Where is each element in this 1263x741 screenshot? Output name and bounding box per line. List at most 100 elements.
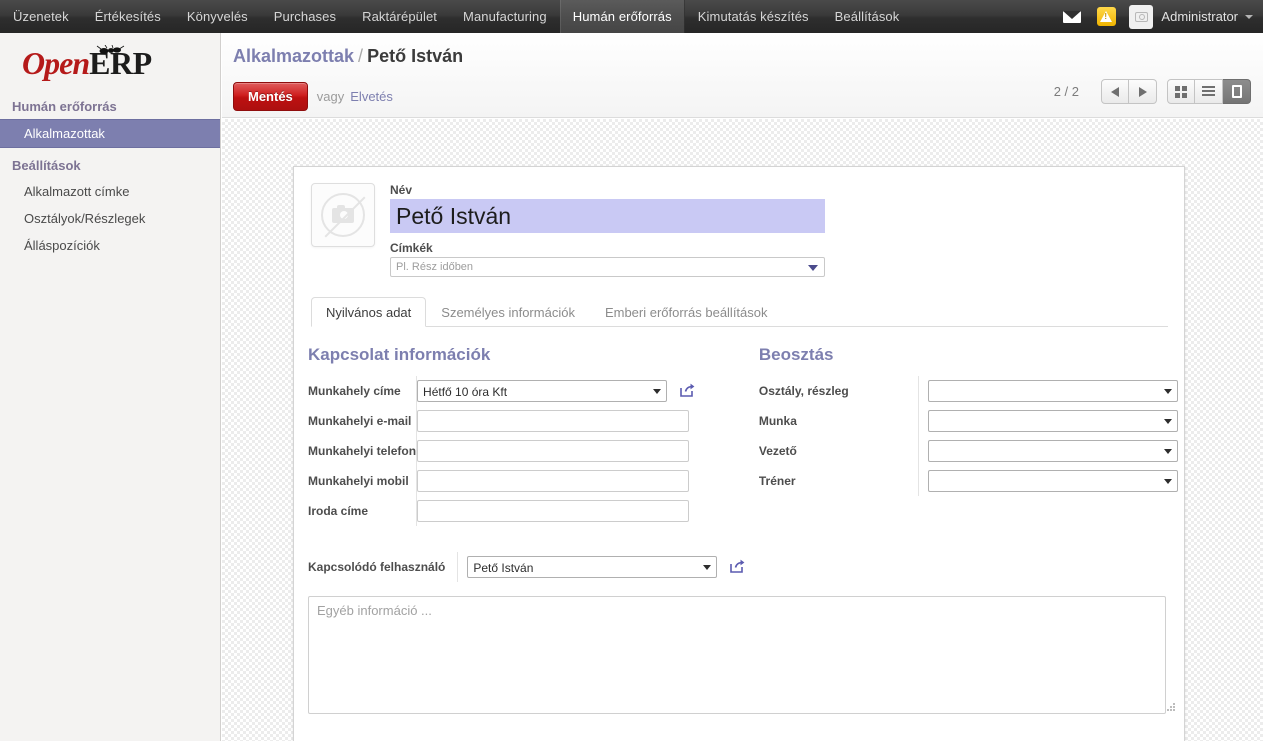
kapcsolodo-felhasznalo-select-wrap[interactable]: Pető István	[467, 556, 718, 578]
sidebar-item-alkalmazott-cimke[interactable]: Alkalmazott címke	[0, 178, 220, 205]
menu-item-kimutatas-keszites[interactable]: Kimutatás készítés	[685, 0, 822, 33]
munkahelyi-telefon-input[interactable]	[417, 440, 690, 462]
form-sheet: Név Címkék Nyilvános adat Személyes info…	[293, 166, 1185, 741]
field-row-munka: Munka	[759, 406, 1179, 436]
pager-and-views: 2 / 2	[1054, 79, 1251, 104]
user-menu[interactable]: Administrator	[1123, 4, 1253, 29]
vezeto-select-wrap[interactable]	[928, 440, 1179, 462]
topbar-right-group: Administrator	[1055, 0, 1263, 33]
field-trener	[918, 466, 1179, 496]
munkahely-cime-select[interactable]: Hétfő 10 óra Kft	[417, 380, 668, 402]
field-munkahelyi-mobil	[416, 466, 695, 496]
munka-select[interactable]	[928, 410, 1179, 432]
notes-textarea[interactable]	[308, 596, 1166, 714]
menu-item-raktarepulet[interactable]: Raktárépület	[349, 0, 450, 33]
name-and-tags-block: Név Címkék	[390, 183, 825, 277]
next-record-button[interactable]	[1129, 79, 1157, 104]
header-zone: Alkalmazottak / Pető István Mentés vagy El…	[222, 33, 1263, 118]
field-munkahelyi-email	[416, 406, 695, 436]
open-user-external-link-icon[interactable]	[730, 559, 745, 576]
previous-record-button[interactable]	[1101, 79, 1129, 104]
menu-item-manufacturing[interactable]: Manufacturing	[450, 0, 560, 33]
label-munkahelyi-telefon: Munkahelyi telefon	[308, 444, 417, 458]
trener-select-wrap[interactable]	[928, 470, 1179, 492]
menu-item-human-eroforras[interactable]: Humán erőforrás	[559, 0, 685, 33]
name-input[interactable]	[390, 199, 825, 233]
field-row-osztaly-reszleg: Osztály, részleg	[759, 376, 1179, 406]
munkahelyi-email-input[interactable]	[417, 410, 690, 432]
arrow-left-icon	[1111, 86, 1119, 97]
kapcsolodo-felhasznalo-select[interactable]: Pető István	[467, 556, 718, 578]
label-munka: Munka	[758, 414, 797, 428]
no-camera-placeholder-icon[interactable]	[311, 183, 375, 247]
envelope-icon[interactable]	[1055, 0, 1089, 33]
munkahely-cime-select-wrap[interactable]: Hétfő 10 óra Kft	[417, 380, 668, 402]
top-menu-bar: Üzenetek Értékesítés Könyvelés Purchases…	[0, 0, 1263, 33]
warning-triangle-icon[interactable]	[1089, 0, 1123, 33]
osztaly-reszleg-select-wrap[interactable]	[928, 380, 1179, 402]
menu-item-ertekesites[interactable]: Értékesítés	[82, 0, 174, 33]
field-osztaly-reszleg	[918, 376, 1179, 406]
tags-field[interactable]	[390, 257, 825, 277]
field-vezeto	[918, 436, 1179, 466]
sidebar-item-osztalyok-reszlegek[interactable]: Osztályok/Részlegek	[0, 205, 220, 232]
munka-select-wrap[interactable]	[928, 410, 1179, 432]
form-groups: Kapcsolat információk Munkahely címe Hét…	[294, 327, 1184, 526]
resize-grip-icon[interactable]	[1166, 702, 1175, 711]
pager-buttons	[1101, 79, 1157, 104]
chevron-down-icon[interactable]	[808, 265, 818, 271]
open-record-external-link-icon[interactable]	[679, 383, 695, 400]
field-row-iroda-cime: Iroda címe	[308, 496, 695, 526]
view-kanban-button[interactable]	[1167, 79, 1195, 104]
menu-item-beallitasok[interactable]: Beállítások	[822, 0, 913, 33]
tags-input[interactable]	[391, 258, 824, 276]
discard-button[interactable]: Elvetés	[350, 89, 393, 104]
menu-item-purchases[interactable]: Purchases	[261, 0, 349, 33]
tags-label: Címkék	[390, 241, 433, 255]
field-munka	[918, 406, 1179, 436]
openerp-logo[interactable]: OpenERP	[0, 33, 220, 89]
field-iroda-cime	[416, 496, 695, 526]
field-kapcsolodo-felhasznalo: Pető István	[457, 552, 745, 582]
menu-item-konyveles[interactable]: Könyvelés	[174, 0, 261, 33]
label-munkahely-cime: Munkahely címe	[308, 384, 401, 398]
tab-emberi-eroforras-beallitasok[interactable]: Emberi erőforrás beállítások	[590, 297, 783, 327]
left-field-table: Munkahely címe Hétfő 10 óra Kft Munkahel…	[308, 376, 695, 526]
breadcrumb-separator: /	[358, 46, 364, 66]
content-background: Név Címkék Nyilvános adat Személyes info…	[222, 119, 1263, 741]
save-button[interactable]: Mentés	[233, 82, 308, 111]
sidebar-item-allaspoziciok[interactable]: Álláspozíciók	[0, 232, 220, 259]
vezeto-select[interactable]	[928, 440, 1179, 462]
or-label: vagy	[316, 89, 345, 104]
form-toolbar: Mentés vagy Elvetés	[233, 82, 393, 111]
iroda-cime-input[interactable]	[417, 500, 690, 522]
ant-logo-icon	[96, 45, 125, 54]
osztaly-reszleg-select[interactable]	[928, 380, 1179, 402]
user-name-label: Administrator	[1161, 9, 1238, 24]
form-tabs: Nyilvános adat Személyes információk Emb…	[311, 297, 1168, 327]
kanban-icon	[1175, 85, 1187, 98]
field-row-vezeto: Vezető	[759, 436, 1179, 466]
tab-nyilvanos-adat[interactable]: Nyilvános adat	[311, 297, 427, 327]
view-list-button[interactable]	[1195, 79, 1223, 104]
list-icon	[1202, 85, 1215, 98]
user-avatar-icon	[1129, 4, 1154, 29]
sidebar-section-human-eroforras: Humán erőforrás	[12, 99, 117, 114]
munkahelyi-mobil-input[interactable]	[417, 470, 690, 492]
label-osztaly-reszleg: Osztály, részleg	[758, 384, 849, 398]
field-row-munkahelyi-mobil: Munkahelyi mobil	[308, 466, 695, 496]
group-title-right: Beosztás	[758, 345, 834, 364]
menu-item-uzenetek[interactable]: Üzenetek	[0, 0, 82, 33]
label-munkahelyi-email: Munkahelyi e-mail	[308, 414, 412, 428]
logo-open-text: Open	[22, 45, 90, 81]
main-area: Alkalmazottak / Pető István Mentés vagy El…	[222, 33, 1263, 741]
view-form-button[interactable]	[1223, 79, 1251, 104]
form-icon	[1231, 85, 1242, 98]
breadcrumb-parent-link[interactable]: Alkalmazottak	[233, 46, 354, 66]
trener-select[interactable]	[928, 470, 1179, 492]
tab-szemelyes-informaciok[interactable]: Személyes információk	[426, 297, 590, 327]
sidebar-item-alkalmazottak[interactable]: Alkalmazottak	[0, 119, 220, 148]
breadcrumb-current: Pető István	[367, 46, 464, 66]
breadcrumb: Alkalmazottak / Pető István	[222, 33, 1263, 67]
label-munkahelyi-mobil: Munkahelyi mobil	[308, 474, 409, 488]
